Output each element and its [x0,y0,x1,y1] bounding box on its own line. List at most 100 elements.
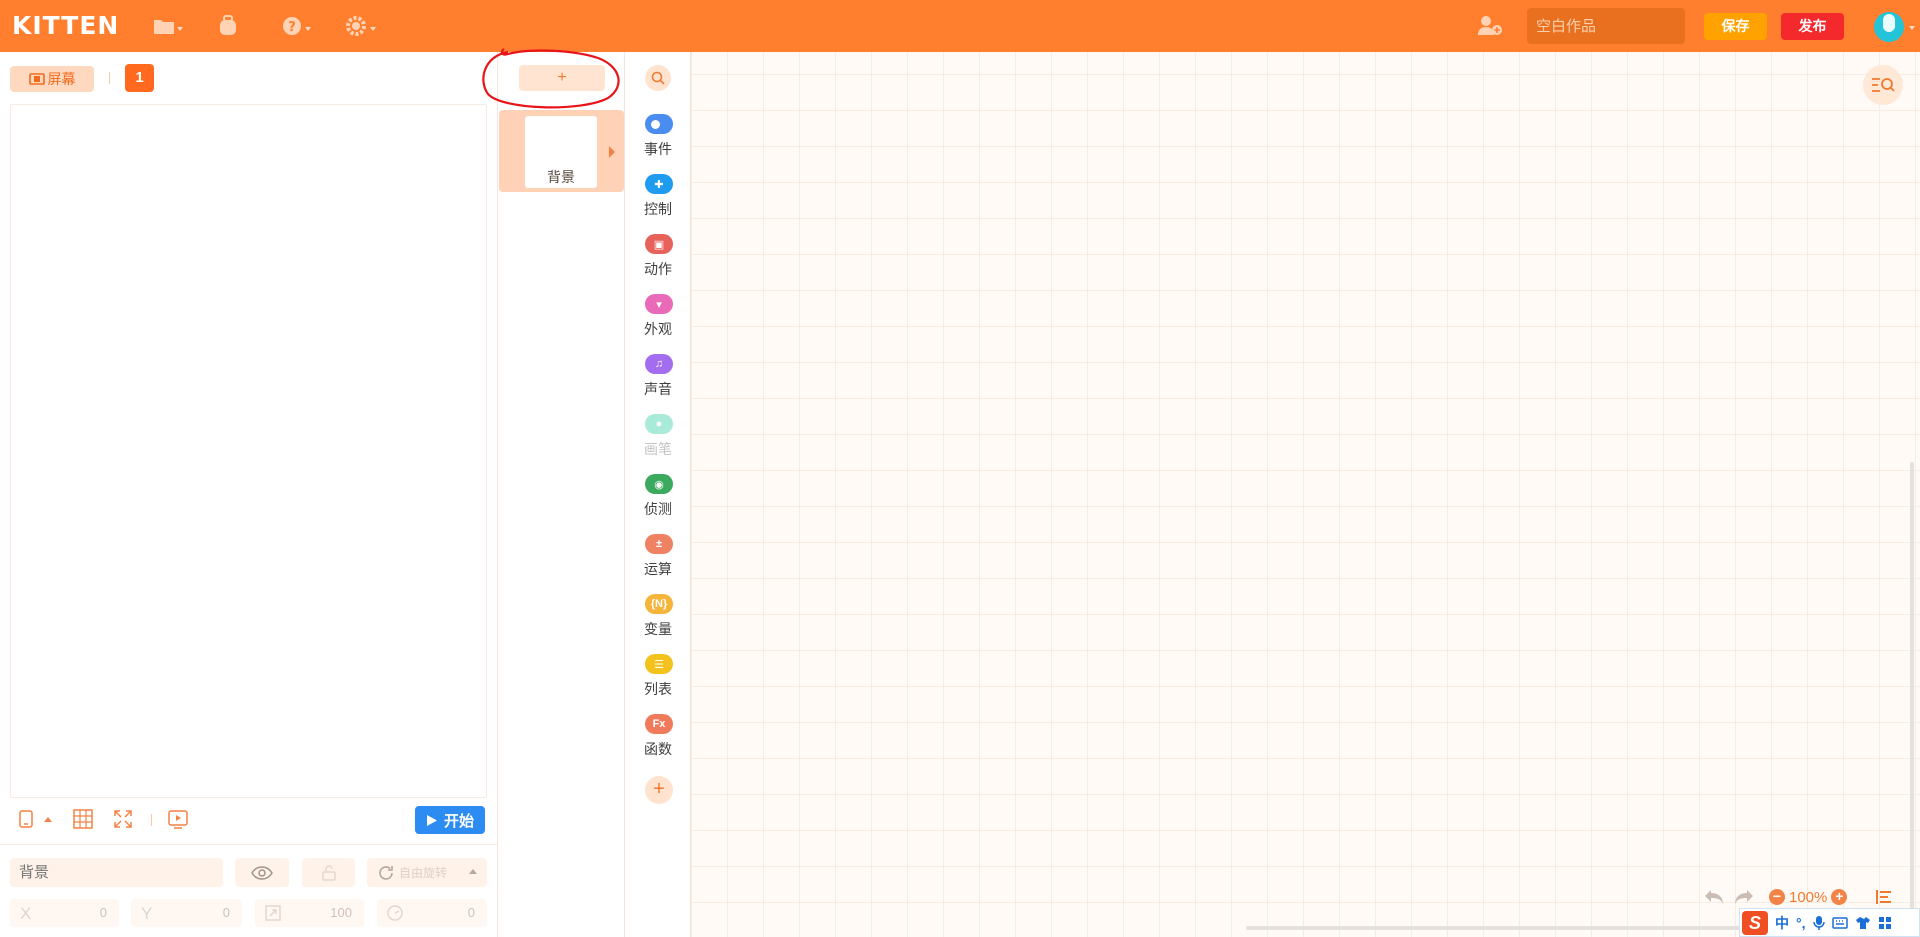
rotation-mode-label: 自由旋转 [399,866,448,880]
lock-toggle[interactable] [302,858,355,887]
category-label: 声音 [644,381,672,397]
category-variables[interactable]: {N} 变量 [625,594,691,646]
ime-punctuation[interactable]: °, [1796,915,1806,931]
shirt-icon: ▾ [645,294,673,314]
category-lists[interactable]: ☰ 列表 [625,654,691,706]
x-label: X [20,904,32,923]
divider [151,814,152,826]
category-label: 变量 [644,621,672,637]
folder-menu[interactable] [153,13,183,39]
undo-icon[interactable] [1703,888,1725,906]
microphone-icon[interactable] [1812,915,1825,931]
direction-value: 0 [467,905,475,920]
top-bar: KITTEN ? 保存 发布 [0,0,1920,52]
zoom-controls: − 100% + [1703,886,1893,908]
redo-icon[interactable] [1733,888,1755,906]
settings-menu[interactable] [344,13,376,39]
toggle-icon [645,114,673,134]
category-sound[interactable]: ♫ 声音 [625,354,691,406]
category-label: 事件 [644,141,672,157]
search-icon [651,71,665,85]
category-functions[interactable]: Fx 函数 [625,714,691,766]
x-field[interactable]: X 0 [10,899,119,927]
vertical-scrollbar[interactable] [1910,462,1914,936]
screen-label: 屏幕 [47,71,76,87]
app-logo[interactable]: KITTEN [12,11,119,40]
skin-icon[interactable] [1855,916,1871,930]
fullscreen-button[interactable] [113,806,133,832]
kitten-editor: KITTEN ? 保存 发布 屏幕 1 [0,0,1920,937]
add-extension-button[interactable]: + [645,776,673,804]
direction-field[interactable]: 0 [377,899,487,927]
ime-toolbar[interactable]: S 中 °, [1739,908,1920,937]
add-collaborator-button[interactable] [1477,13,1503,39]
search-list-icon [1872,78,1895,92]
math-icon: ± [645,534,673,554]
settings-icon [346,16,366,36]
x-value: 0 [99,905,107,920]
chevron-right-icon[interactable] [609,146,615,158]
stage-canvas[interactable] [10,104,487,798]
rotation-mode-select[interactable]: 自由旋转 [367,858,487,887]
keyboard-icon[interactable] [1831,916,1848,929]
unlock-icon [321,864,336,881]
zoom-in-button[interactable]: + [1831,889,1848,905]
sprite-list-panel: + 背景 [482,48,625,937]
apps-grid-icon[interactable] [1878,916,1892,930]
gamepad-icon: ✚ [645,174,673,194]
category-control[interactable]: ✚ 控制 [625,174,691,226]
fullscreen-icon [114,810,132,828]
chevron-down-icon [305,27,311,31]
y-label: Y [141,904,153,923]
save-button[interactable]: 保存 [1704,13,1767,40]
help-icon: ? [283,17,301,35]
motion-icon: ▣ [645,234,673,254]
category-motion[interactable]: ▣ 动作 [625,234,691,286]
category-sensing[interactable]: ◉ 侦测 [625,474,691,526]
category-looks[interactable]: ▾ 外观 [625,294,691,346]
grid-icon [73,809,93,829]
rotate-icon [379,865,393,880]
chevron-down-icon [370,27,376,31]
y-field[interactable]: Y 0 [131,899,242,927]
category-operators[interactable]: ± 运算 [625,534,691,586]
ime-mode[interactable]: 中 [1775,913,1789,933]
screen-icon [28,73,45,85]
code-workspace[interactable]: − 100% + [691,52,1920,937]
sprite-item-background[interactable]: 背景 [499,110,624,192]
play-icon [426,814,437,826]
visibility-toggle[interactable] [235,858,289,887]
backpack-button[interactable] [217,13,239,39]
avatar[interactable] [1874,12,1904,42]
chevron-up-icon [44,816,52,822]
start-button[interactable]: 开始 [415,806,485,834]
svg-text:?: ? [288,20,296,35]
help-menu[interactable]: ? [281,13,311,39]
device-size-button[interactable] [18,806,52,832]
project-title-input[interactable] [1527,8,1685,44]
screen-button[interactable]: 屏幕 [10,66,94,92]
grid-toggle-button[interactable] [73,806,93,832]
divider [0,844,498,845]
record-button[interactable] [168,806,188,832]
zoom-level: 100% [1789,888,1828,906]
screen-tab-1[interactable]: 1 [125,64,154,92]
workspace-search-button[interactable] [1863,65,1903,105]
resize-icon [265,905,281,921]
zoom-out-button[interactable]: − [1769,889,1785,905]
folder-icon [154,20,174,34]
add-user-icon [1478,16,1502,35]
size-field[interactable]: 100 [255,899,364,927]
category-events[interactable]: 事件 [625,114,691,166]
chevron-down-icon[interactable] [1909,26,1915,30]
backpack-icon [220,15,236,35]
sprite-name-input[interactable] [10,858,223,887]
block-search-button[interactable] [645,65,671,91]
category-label: 外观 [644,321,672,337]
align-icon[interactable] [1875,889,1893,905]
music-icon: ♫ [645,354,673,374]
sensor-icon: ◉ [645,474,673,494]
divider [109,72,110,84]
publish-button[interactable]: 发布 [1781,13,1844,40]
chevron-down-icon [177,27,183,31]
